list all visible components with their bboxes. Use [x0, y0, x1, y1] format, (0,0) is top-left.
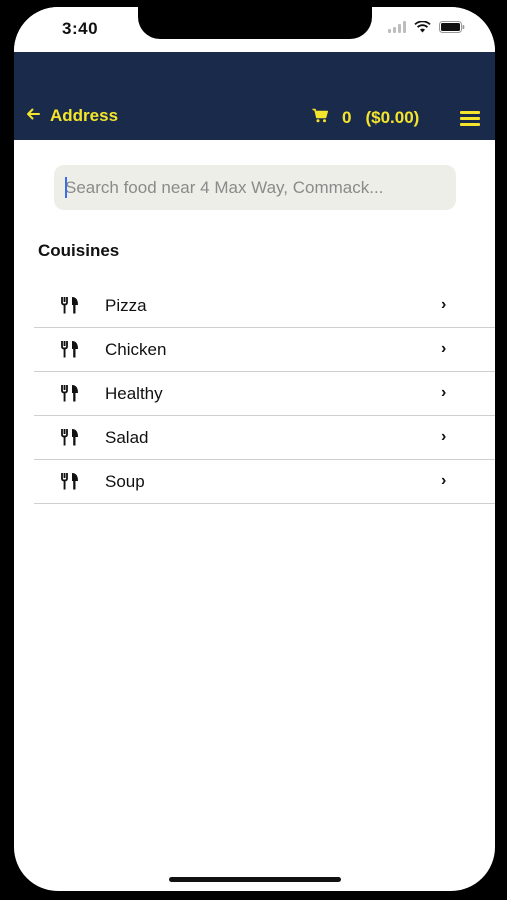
app-header: Address 0 ($0.00)	[14, 52, 495, 140]
cuisine-item-chicken[interactable]: Chicken ›	[34, 328, 495, 372]
home-indicator[interactable]	[169, 877, 341, 882]
menu-icon[interactable]	[460, 111, 480, 126]
chevron-right-icon: ›	[441, 472, 447, 489]
status-time: 3:40	[62, 19, 99, 38]
fork-knife-icon	[61, 385, 78, 402]
cart-count: 0	[342, 108, 352, 127]
cuisine-item-pizza[interactable]: Pizza ›	[34, 284, 495, 328]
cuisine-label: Pizza	[105, 296, 147, 315]
wifi-icon	[414, 21, 431, 33]
back-button[interactable]: Address	[26, 106, 118, 126]
device-notch	[138, 7, 372, 39]
cart-button[interactable]: 0 ($0.00)	[312, 108, 419, 128]
chevron-right-icon: ›	[441, 296, 447, 313]
cuisine-label: Soup	[105, 472, 145, 491]
search-input[interactable]	[65, 177, 445, 198]
cuisine-item-healthy[interactable]: Healthy ›	[34, 372, 495, 416]
cart-total: ($0.00)	[365, 108, 420, 127]
status-icons	[388, 21, 465, 33]
battery-icon	[439, 21, 465, 33]
fork-knife-icon	[61, 473, 78, 490]
cuisine-list: Pizza › Chicken › Healthy › Salad › Soup…	[34, 284, 495, 504]
text-caret	[65, 177, 67, 198]
cuisine-label: Chicken	[105, 340, 167, 359]
section-title-cuisines: Couisines	[38, 241, 120, 260]
cuisine-label: Salad	[105, 428, 149, 447]
header-title: Address	[50, 106, 119, 125]
chevron-right-icon: ›	[441, 384, 447, 401]
fork-knife-icon	[61, 297, 78, 314]
phone-screen: 3:40 Address 0 ($0.00) Search food near …	[14, 7, 495, 891]
cuisine-label: Healthy	[105, 384, 163, 403]
chevron-right-icon: ›	[441, 428, 447, 445]
cuisine-item-soup[interactable]: Soup ›	[34, 460, 495, 504]
cuisine-item-salad[interactable]: Salad ›	[34, 416, 495, 460]
fork-knife-icon	[61, 429, 78, 446]
search-box[interactable]	[54, 165, 456, 210]
signal-icon	[388, 21, 406, 33]
status-bar: 3:40	[14, 7, 495, 52]
fork-knife-icon	[61, 341, 78, 358]
back-arrow-icon	[26, 108, 40, 124]
cart-icon	[312, 108, 328, 128]
chevron-right-icon: ›	[441, 340, 447, 357]
